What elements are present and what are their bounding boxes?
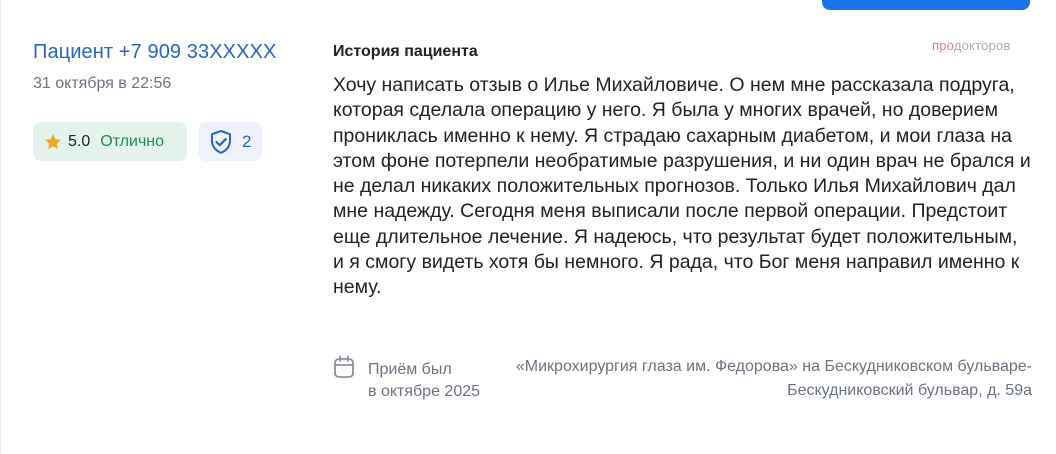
review-text: Хочу написать отзыв о Илье Михайловиче. … (333, 74, 1031, 299)
visit-label: Приём был (368, 361, 452, 378)
review-author-link[interactable]: Пациент +7 909 33XXXXX (33, 41, 276, 64)
card-divider (0, 0, 1, 454)
clinic-address: «Микрохирургия глаза им. Федорова» на Бе… (515, 358, 1032, 399)
verification-badge[interactable]: 2 (198, 122, 262, 161)
visit-date: в октябре 2025 (368, 383, 481, 400)
shield-check-icon (211, 129, 231, 154)
rating-value: 5.0 (68, 132, 91, 150)
calendar-icon (334, 355, 354, 378)
rating-label: Отлично (100, 132, 165, 150)
section-title: История пациента (333, 43, 478, 60)
verification-count: 2 (242, 131, 252, 151)
star-icon (45, 133, 61, 149)
rating-badge: 5.0 Отлично (33, 122, 187, 161)
top-action-button[interactable] (822, 0, 1030, 10)
brand-logo: продокторов (932, 38, 1011, 53)
review-card: Пациент +7 909 33XXXXX 31 октября в 22:5… (0, 0, 1056, 454)
review-date: 31 октября в 22:56 (33, 75, 172, 92)
